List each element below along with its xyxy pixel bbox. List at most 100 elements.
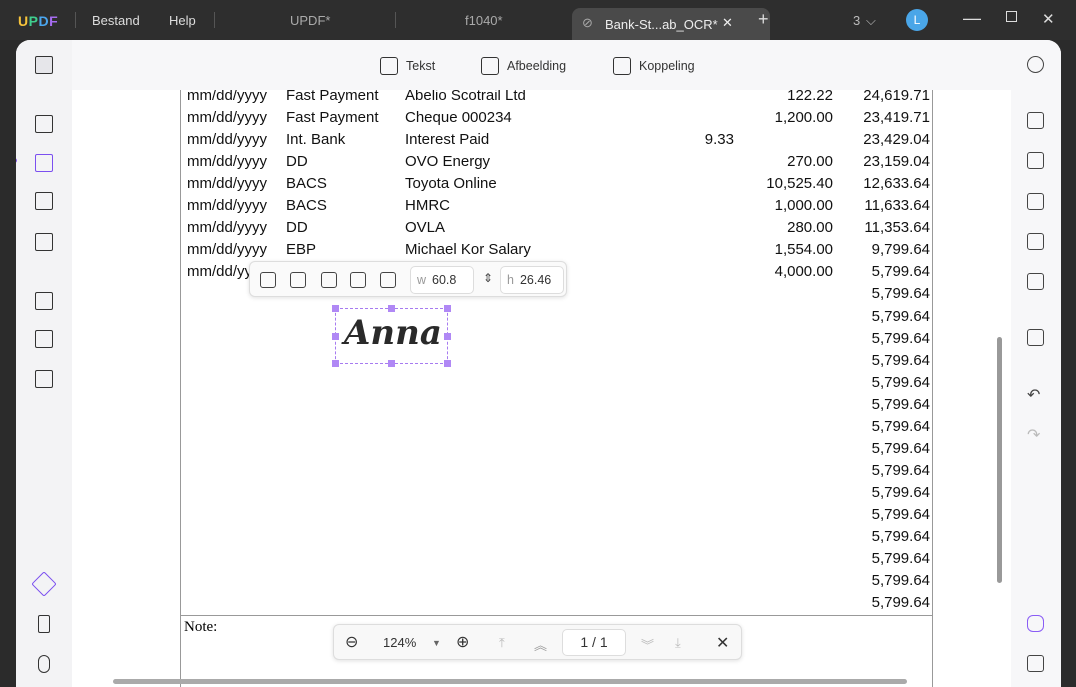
page-organize-icon[interactable] xyxy=(35,192,53,210)
undo-icon[interactable]: ↶ xyxy=(1027,385,1040,405)
type-cell: Fast Payment xyxy=(286,109,379,127)
convert-icon[interactable] xyxy=(35,292,53,310)
rotate-left-icon[interactable] xyxy=(260,272,276,288)
table-row: mm/dd/yyyy BACS Toyota Online 10,525.40 12,6… xyxy=(72,175,972,197)
table-row: 5,799.64 xyxy=(72,550,972,572)
zoom-level[interactable]: 124% xyxy=(383,635,416,650)
table-row: 5,799.64 xyxy=(72,484,972,506)
image-toolbar: w 60.8 ⇕ h 26.46 xyxy=(249,261,567,297)
layers-icon[interactable] xyxy=(31,571,57,597)
tab-updf[interactable]: UPDF* xyxy=(290,13,330,28)
page-input[interactable]: 1 / 1 xyxy=(562,629,626,656)
save-icon[interactable] xyxy=(1027,329,1044,346)
table-row: 5,799.64 xyxy=(72,418,972,440)
balance-cell: 23,419.71 xyxy=(863,109,930,127)
zoom-dropdown-icon[interactable]: ▼ xyxy=(432,638,441,648)
bookmark-icon[interactable] xyxy=(38,615,50,633)
balance-cell: 5,799.64 xyxy=(871,395,930,413)
title-bar: UPDF Bestand Help UPDF* f1040* ⊘ Bank-St… xyxy=(0,0,1076,40)
date-cell: mm/dd/yyyy xyxy=(187,175,268,193)
rotate-right-icon[interactable] xyxy=(290,272,306,288)
table-row: mm/dd/yyyy BACS HMRC 1,000.00 11,633.64 xyxy=(72,197,972,219)
comments-icon[interactable] xyxy=(1027,655,1044,672)
paid-out-cell: 4,000.00 xyxy=(774,263,833,281)
attachment-icon[interactable] xyxy=(38,655,50,673)
description-cell: Michael Kor Salary xyxy=(405,241,531,259)
width-input[interactable]: w 60.8 xyxy=(410,266,474,294)
balance-cell: 5,799.64 xyxy=(871,550,930,568)
link-icon xyxy=(613,57,631,75)
table-row: mm/dd/yyyy DD OVLA 280.00 11,353.64 xyxy=(72,219,972,241)
first-page-icon[interactable]: ⤒ xyxy=(499,635,505,651)
paid-out-cell: 1,200.00 xyxy=(774,109,833,127)
add-image-button[interactable]: Afbeelding xyxy=(481,57,566,75)
prev-page-icon[interactable]: ︽ xyxy=(534,635,547,654)
balance-cell: 5,799.64 xyxy=(871,373,930,391)
description-cell: HMRC xyxy=(405,197,450,215)
next-page-icon[interactable]: ︾ xyxy=(641,635,654,654)
convert-pdf-icon[interactable] xyxy=(1027,152,1044,169)
avatar[interactable]: L xyxy=(906,9,928,31)
redo-icon[interactable]: ↷ xyxy=(1027,425,1040,445)
balance-cell: 24,619.71 xyxy=(863,90,930,104)
table-row: 5,799.64 xyxy=(72,440,972,462)
close-tab-icon[interactable]: ✕ xyxy=(722,15,733,31)
tab-f1040[interactable]: f1040* xyxy=(465,13,503,28)
crop-image-icon[interactable] xyxy=(350,272,366,288)
date-cell: mm/dd/yyyy xyxy=(187,109,268,127)
type-cell: BACS xyxy=(286,175,327,193)
edit-pdf-icon[interactable] xyxy=(35,154,53,172)
replace-image-icon[interactable] xyxy=(380,272,396,288)
protect-icon[interactable] xyxy=(1027,193,1044,210)
menu-bestand[interactable]: Bestand xyxy=(92,13,140,28)
window-count[interactable]: 3 xyxy=(853,13,860,28)
vertical-scrollbar[interactable] xyxy=(997,337,1002,583)
paid-out-cell: 1,554.00 xyxy=(774,241,833,259)
text-label: Tekst xyxy=(406,59,436,73)
close-window-button[interactable]: ✕ xyxy=(1042,10,1055,28)
date-cell: mm/dd/yyyy xyxy=(187,153,268,171)
table-row: 5,799.64 xyxy=(72,374,972,396)
chevron-down-icon[interactable]: ⌵ xyxy=(866,13,876,29)
height-input[interactable]: h 26.46 xyxy=(500,266,564,294)
last-page-icon[interactable]: ⤓ xyxy=(675,635,681,651)
extract-icon[interactable] xyxy=(321,272,337,288)
description-cell: Interest Paid xyxy=(405,131,490,149)
share-icon[interactable] xyxy=(1027,233,1044,250)
balance-cell: 11,353.64 xyxy=(864,219,930,237)
left-sidebar xyxy=(16,40,72,687)
menu-help[interactable]: Help xyxy=(169,13,196,28)
type-cell: Fast Payment xyxy=(286,90,379,104)
edit-icon: ⊘ xyxy=(582,15,593,30)
table-row: mm/dd/yyyy Fast Payment Abelio Scotrail Lt… xyxy=(72,90,972,109)
horizontal-scrollbar[interactable] xyxy=(113,679,907,684)
zoom-out-icon[interactable]: ⊖ xyxy=(345,632,358,652)
crop-icon[interactable] xyxy=(35,330,53,348)
close-zoom-bar-icon[interactable]: ✕ xyxy=(716,633,729,653)
search-icon[interactable] xyxy=(1027,56,1044,73)
comment-icon[interactable] xyxy=(35,115,53,133)
table-row: 5,799.64 xyxy=(72,594,972,616)
reader-icon[interactable] xyxy=(35,56,53,74)
ai-assistant-icon[interactable] xyxy=(1027,615,1044,632)
new-tab-button[interactable]: + xyxy=(758,9,769,30)
add-text-button[interactable]: Tekst xyxy=(380,57,435,75)
table-row: 5,799.64 xyxy=(72,330,972,352)
table-row: 5,799.64 xyxy=(72,506,972,528)
paid-out-cell: 280.00 xyxy=(787,219,833,237)
email-icon[interactable] xyxy=(1027,273,1044,290)
date-cell: mm/dd/yyyy xyxy=(187,241,268,259)
zoom-in-icon[interactable]: ⊕ xyxy=(456,632,469,652)
maximize-button[interactable] xyxy=(1006,11,1017,22)
tab-bank-statement[interactable]: ⊘ Bank-St...ab_OCR* ✕ xyxy=(572,8,770,40)
balance-cell: 5,799.64 xyxy=(871,417,930,435)
add-link-button[interactable]: Koppeling xyxy=(613,57,695,75)
lock-ratio-icon[interactable]: ⇕ xyxy=(483,271,493,285)
link-label: Koppeling xyxy=(639,59,695,73)
batch-icon[interactable] xyxy=(35,370,53,388)
table-row: mm/dd/yyyy Int. Bank Interest Paid 9.33 23,4… xyxy=(72,131,972,153)
ocr-icon[interactable] xyxy=(1027,112,1044,129)
signature-image[interactable]: Anna xyxy=(332,305,451,367)
form-icon[interactable] xyxy=(35,233,53,251)
minimize-button[interactable]: — xyxy=(963,8,981,29)
